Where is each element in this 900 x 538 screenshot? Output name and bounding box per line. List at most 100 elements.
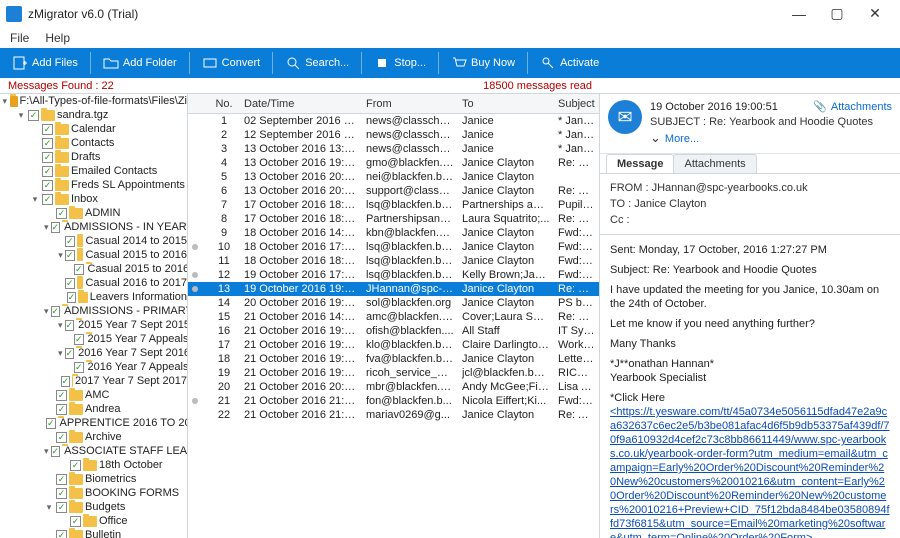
- collapse-icon[interactable]: ▾: [16, 110, 26, 120]
- message-row[interactable]: 918 October 2016 14:1...kbn@blackfen.b..…: [188, 226, 599, 240]
- col-no[interactable]: No.: [208, 98, 240, 110]
- tab-message[interactable]: Message: [606, 154, 674, 173]
- close-button[interactable]: ✕: [856, 0, 894, 28]
- tree-checkbox[interactable]: ✓: [51, 222, 61, 233]
- tree-item[interactable]: ▾✓ADMISSIONS - PRIMARY T: [44, 304, 187, 318]
- tree-item[interactable]: ▾✓ASSOCIATE STAFF LEAD: [44, 444, 187, 458]
- tree-checkbox[interactable]: ✓: [56, 488, 67, 499]
- message-row[interactable]: 1420 October 2016 19:2...sol@blackfen.or…: [188, 296, 599, 310]
- tree-checkbox[interactable]: ✓: [56, 474, 67, 485]
- collapse-icon[interactable]: ▾: [44, 222, 49, 232]
- tree-item[interactable]: ✓Bulletin: [44, 528, 187, 538]
- collapse-icon[interactable]: ▾: [44, 446, 49, 456]
- message-row[interactable]: 1219 October 2016 17:5...lsq@blackfen.be…: [188, 268, 599, 282]
- message-row[interactable]: 313 October 2016 13:1...news@classchar..…: [188, 142, 599, 156]
- tree-item[interactable]: ✓2015 Year 7 Appeals S: [72, 332, 187, 346]
- tree-checkbox[interactable]: ✓: [67, 292, 77, 303]
- expand-icon[interactable]: ▾: [2, 96, 8, 106]
- tree-item[interactable]: ✓Casual 2015 to 2016 In: [72, 262, 187, 276]
- order-form-link[interactable]: <https://t.yesware.com/tt/45a0734e505611…: [610, 406, 890, 538]
- tree-item[interactable]: ✓APPRENTICE 2016 TO 201: [44, 416, 187, 430]
- collapse-icon[interactable]: ▾: [30, 194, 40, 204]
- add-files-button[interactable]: Add Files: [4, 51, 86, 75]
- tree-item[interactable]: ✓Emailed Contacts: [30, 164, 187, 178]
- message-row[interactable]: 2021 October 2016 20:4...mbr@blackfen.b.…: [188, 380, 599, 394]
- tree-checkbox[interactable]: ✓: [65, 250, 75, 261]
- message-row[interactable]: 613 October 2016 20:5...support@classch.…: [188, 184, 599, 198]
- menu-file[interactable]: File: [2, 29, 37, 47]
- tree-checkbox[interactable]: ✓: [56, 404, 67, 415]
- tree-checkbox[interactable]: ✓: [70, 516, 81, 527]
- tree-checkbox[interactable]: ✓: [65, 320, 75, 331]
- tree-checkbox[interactable]: ✓: [56, 208, 67, 219]
- tree-checkbox[interactable]: ✓: [42, 152, 53, 163]
- col-subject[interactable]: Subject: [554, 98, 599, 110]
- tree-item[interactable]: ✓Andrea: [44, 402, 187, 416]
- attachments-link[interactable]: 📎Attachments: [813, 100, 892, 115]
- message-row[interactable]: 1821 October 2016 19:4...fva@blackfen.be…: [188, 352, 599, 366]
- collapse-icon[interactable]: ▾: [58, 250, 63, 260]
- message-row[interactable]: 1018 October 2016 17:5...lsq@blackfen.be…: [188, 240, 599, 254]
- tree-item[interactable]: ▾✓Inbox: [30, 192, 187, 206]
- add-folder-button[interactable]: Add Folder: [95, 51, 185, 75]
- tree-checkbox[interactable]: ✓: [65, 348, 75, 359]
- tree-checkbox[interactable]: ✓: [42, 180, 53, 191]
- tree-item[interactable]: ✓2017 Year 7 Sept 2017: [58, 374, 187, 388]
- tree-item[interactable]: ✓Biometrics: [44, 472, 187, 486]
- tree-item[interactable]: ✓Casual 2016 to 2017: [58, 276, 187, 290]
- tree-checkbox[interactable]: ✓: [56, 432, 67, 443]
- tree-item[interactable]: ▾✓Budgets: [44, 500, 187, 514]
- message-row[interactable]: 513 October 2016 20:0...nei@blackfen.be.…: [188, 170, 599, 184]
- tree-checkbox[interactable]: ✓: [61, 376, 71, 387]
- tree-checkbox[interactable]: ✓: [74, 362, 84, 373]
- message-row[interactable]: 212 September 2016 1...news@classchar...…: [188, 128, 599, 142]
- tree-checkbox[interactable]: ✓: [42, 138, 53, 149]
- tree-checkbox[interactable]: ✓: [46, 418, 56, 429]
- tree-item[interactable]: ✓2016 Year 7 Appeals S: [72, 360, 187, 374]
- col-to[interactable]: To: [458, 98, 554, 110]
- tree-item[interactable]: ▾✓sandra.tgz: [16, 108, 187, 122]
- buy-now-button[interactable]: Buy Now: [443, 51, 523, 75]
- tree-item[interactable]: ✓Freds SL Appointments: [30, 178, 187, 192]
- message-row[interactable]: 2221 October 2016 21:5...mariav0269@g...…: [188, 408, 599, 422]
- tree-checkbox[interactable]: ✓: [56, 530, 67, 538]
- tree-root[interactable]: ▾ F:\All-Types-of-file-formats\Files\Zi: [2, 94, 187, 108]
- col-date[interactable]: Date/Time: [240, 98, 362, 110]
- tree-item[interactable]: ▾✓2015 Year 7 Sept 2015: [58, 318, 187, 332]
- tree-checkbox[interactable]: ✓: [28, 110, 39, 121]
- tree-checkbox[interactable]: ✓: [42, 124, 53, 135]
- message-list-body[interactable]: 102 September 2016 1...news@classchar...…: [188, 114, 599, 538]
- message-row[interactable]: 1921 October 2016 19:4...ricoh_service_n…: [188, 366, 599, 380]
- message-row[interactable]: 717 October 2016 18:1...lsq@blackfen.be.…: [188, 198, 599, 212]
- tree-item[interactable]: ✓AMC: [44, 388, 187, 402]
- collapse-icon[interactable]: ▾: [44, 502, 54, 512]
- tree-item[interactable]: ▾✓2016 Year 7 Sept 2016: [58, 346, 187, 360]
- chevron-down-icon[interactable]: ⌄: [650, 130, 661, 145]
- tree-item[interactable]: ✓Office: [58, 514, 187, 528]
- tree-item[interactable]: ✓Archive: [44, 430, 187, 444]
- tab-attachments[interactable]: Attachments: [673, 154, 756, 173]
- tree-checkbox[interactable]: ✓: [65, 236, 75, 247]
- tree-checkbox[interactable]: ✓: [56, 390, 67, 401]
- tree-item[interactable]: ✓BOOKING FORMS: [44, 486, 187, 500]
- tree-checkbox[interactable]: ✓: [74, 264, 84, 275]
- collapse-icon[interactable]: ▾: [44, 306, 49, 316]
- tree-checkbox[interactable]: ✓: [51, 446, 61, 457]
- collapse-icon[interactable]: ▾: [58, 320, 63, 330]
- message-row[interactable]: 1319 October 2016 19:0...JHannan@spc-y..…: [188, 282, 599, 296]
- minimize-button[interactable]: —: [780, 0, 818, 28]
- tree-checkbox[interactable]: ✓: [51, 306, 61, 317]
- tree-item[interactable]: ▾✓ADMISSIONS - IN YEAR AI: [44, 220, 187, 234]
- tree-item[interactable]: ✓Drafts: [30, 150, 187, 164]
- folder-tree-pane[interactable]: ▾ F:\All-Types-of-file-formats\Files\Zi …: [0, 94, 188, 538]
- message-row[interactable]: 2121 October 2016 21:4...fon@blackfen.b.…: [188, 394, 599, 408]
- tree-checkbox[interactable]: ✓: [74, 334, 84, 345]
- message-row[interactable]: 1521 October 2016 14:1...amc@blackfen.b.…: [188, 310, 599, 324]
- convert-button[interactable]: Convert: [194, 51, 269, 75]
- col-from[interactable]: From: [362, 98, 458, 110]
- tree-item[interactable]: ✓ADMIN: [44, 206, 187, 220]
- more-link[interactable]: More...: [665, 133, 699, 145]
- message-row[interactable]: 1721 October 2016 19:3...klo@blackfen.be…: [188, 338, 599, 352]
- menu-help[interactable]: Help: [37, 29, 78, 47]
- tree-item[interactable]: ✓Casual 2014 to 2015: [58, 234, 187, 248]
